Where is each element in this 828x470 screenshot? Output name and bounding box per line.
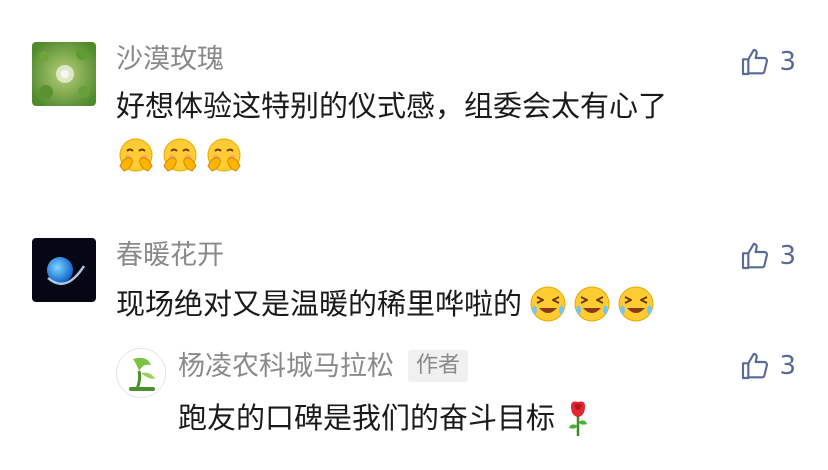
reply-text: 跑友的口碑是我们的奋斗目标 [178, 398, 593, 438]
comment-text-content: 现场绝对又是温暖的稀里哗啦的 [116, 286, 523, 321]
thumbs-up-icon [742, 242, 769, 270]
rose-emoji [569, 401, 588, 436]
reply-author-name: 杨凌农科城马拉松 [178, 350, 394, 382]
thumbs-up-icon [742, 48, 769, 76]
comment-item: 春暖花开 3 现场绝对又是温暖的稀里哗啦的 [0, 200, 828, 330]
hands-over-face-emoji [207, 138, 241, 172]
like-count: 3 [779, 47, 796, 77]
like-button[interactable]: 3 [739, 46, 796, 78]
author-badge: 作者 [408, 350, 469, 383]
emoji-group [116, 136, 244, 176]
reply-author[interactable]: 杨凌农科城马拉松 作者 [178, 350, 469, 383]
hands-over-face-emoji [163, 138, 197, 172]
crying-laughing-emoji [618, 286, 654, 322]
avatar[interactable] [32, 42, 96, 106]
crying-laughing-emoji [530, 286, 566, 322]
comment-text: 好想体验这特别的仪式感，组委会太有心了 [116, 89, 668, 123]
avatar[interactable] [32, 238, 96, 302]
like-count: 3 [779, 241, 796, 271]
comment-text: 现场绝对又是温暖的稀里哗啦的 [116, 284, 656, 324]
crying-laughing-emoji [574, 286, 610, 322]
author-avatar[interactable] [116, 348, 166, 398]
comment-author[interactable]: 春暖花开 [116, 242, 224, 269]
like-button[interactable]: 3 [739, 350, 796, 382]
author-reply: 杨凌农科城马拉松 作者 3 跑友的口碑是我们的奋斗目标 [0, 330, 828, 470]
hands-over-face-emoji [119, 138, 153, 172]
reply-text-content: 跑友的口碑是我们的奋斗目标 [178, 400, 556, 435]
emoji-group [528, 284, 656, 324]
comment-author[interactable]: 沙漠玫瑰 [116, 46, 224, 73]
like-button[interactable]: 3 [739, 240, 796, 272]
thumbs-up-icon [742, 352, 769, 380]
like-count: 3 [779, 351, 796, 381]
comment-item: 沙漠玫瑰 3 好想体验这特别的仪式感，组委会太有心了 [0, 0, 828, 200]
